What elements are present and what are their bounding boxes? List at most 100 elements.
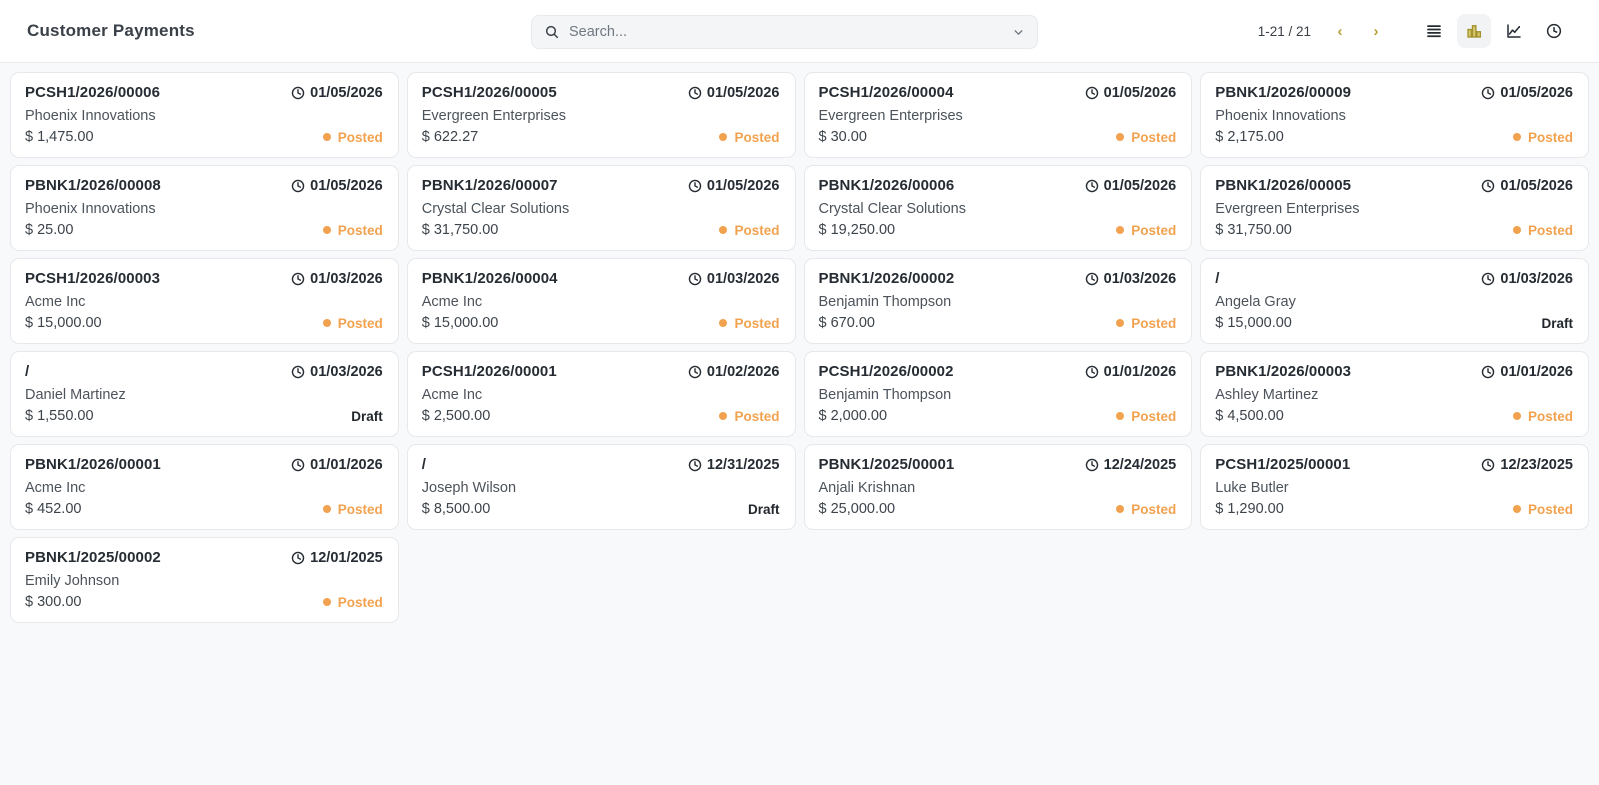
status-dot-icon bbox=[322, 505, 331, 513]
pager-next-button[interactable]: › bbox=[1363, 18, 1389, 44]
customer-name: Phoenix Innovations bbox=[1215, 107, 1346, 124]
customer-name: Benjamin Thompson bbox=[818, 293, 952, 310]
status-badge: Posted bbox=[719, 130, 780, 145]
clock-icon bbox=[1085, 86, 1098, 99]
page-title: Customer Payments bbox=[27, 21, 195, 40]
status-dot-icon bbox=[1512, 133, 1521, 141]
status-badge: Posted bbox=[322, 316, 383, 331]
payment-date: 01/01/2026 bbox=[291, 457, 383, 473]
payment-card[interactable]: PBNK1/2026/00002 01/03/2026 Benjamin Tho… bbox=[803, 258, 1193, 344]
view-switcher bbox=[1417, 14, 1571, 48]
status-dot-icon bbox=[1116, 505, 1125, 513]
status-badge: Posted bbox=[719, 223, 780, 238]
payment-amount: $ 670.00 bbox=[818, 315, 875, 331]
status-dot-icon bbox=[1116, 412, 1125, 420]
payment-reference: PBNK1/2026/00006 bbox=[818, 177, 955, 194]
kanban-view-icon[interactable] bbox=[1457, 14, 1491, 48]
payment-reference: PBNK1/2026/00005 bbox=[1215, 177, 1352, 194]
clock-icon bbox=[1482, 86, 1495, 99]
payment-card[interactable]: PBNK1/2026/00004 01/03/2026 Acme Inc $ 1… bbox=[406, 258, 796, 344]
pager-range: 1-21 / 21 bbox=[1257, 23, 1311, 39]
payment-amount: $ 15,000.00 bbox=[25, 315, 102, 331]
payment-amount: $ 25.00 bbox=[25, 222, 74, 238]
status-dot-icon bbox=[1512, 412, 1521, 420]
payment-card[interactable]: PBNK1/2026/00003 01/01/2026 Ashley Marti… bbox=[1200, 351, 1589, 437]
payment-date: 01/03/2026 bbox=[291, 271, 383, 287]
status-dot-icon bbox=[1512, 505, 1521, 513]
payment-card[interactable]: / 12/31/2025 Joseph Wilson $ 8,500.00 Dr… bbox=[406, 444, 796, 530]
status-badge: Posted bbox=[1116, 130, 1176, 145]
payment-date: 01/02/2026 bbox=[688, 364, 780, 380]
payment-reference: / bbox=[25, 363, 30, 380]
payment-date: 12/24/2025 bbox=[1085, 457, 1176, 473]
customer-name: Evergreen Enterprises bbox=[1215, 200, 1360, 217]
status-dot-icon bbox=[322, 319, 331, 327]
clock-icon bbox=[1482, 458, 1495, 471]
payment-date: 01/05/2026 bbox=[688, 178, 780, 194]
status-badge: Posted bbox=[1116, 409, 1176, 424]
payment-card[interactable]: PCSH1/2026/00001 01/02/2026 Acme Inc $ 2… bbox=[406, 351, 796, 437]
payment-amount: $ 8,500.00 bbox=[421, 501, 491, 517]
list-view-icon[interactable] bbox=[1417, 14, 1451, 48]
payment-amount: $ 15,000.00 bbox=[1215, 315, 1292, 331]
payment-amount: $ 19,250.00 bbox=[818, 222, 896, 238]
pager-prev-button[interactable]: ‹ bbox=[1327, 18, 1353, 44]
payment-card[interactable]: PCSH1/2026/00004 01/05/2026 Evergreen En… bbox=[803, 72, 1193, 158]
status-badge: Posted bbox=[1116, 316, 1176, 331]
status-badge: Draft bbox=[747, 501, 780, 517]
payment-card[interactable]: PBNK1/2026/00001 01/01/2026 Acme Inc $ 4… bbox=[10, 444, 399, 530]
payment-amount: $ 622.27 bbox=[421, 129, 479, 145]
clock-icon bbox=[688, 365, 702, 378]
payment-reference: PCSH1/2026/00006 bbox=[25, 84, 161, 101]
payment-card[interactable]: PBNK1/2025/00001 12/24/2025 Anjali Krish… bbox=[803, 444, 1193, 530]
status-badge: Posted bbox=[1512, 130, 1573, 145]
payment-reference: PBNK1/2026/00001 bbox=[25, 456, 161, 473]
line-chart-view-icon[interactable] bbox=[1497, 14, 1531, 48]
status-badge: Posted bbox=[322, 223, 383, 238]
payments-card-grid: PCSH1/2026/00006 01/05/2026 Phoenix Inno… bbox=[0, 63, 1599, 632]
chevron-down-icon[interactable] bbox=[1012, 26, 1025, 39]
payment-card[interactable]: PBNK1/2026/00009 01/05/2026 Phoenix Inno… bbox=[1200, 72, 1589, 158]
status-badge: Posted bbox=[719, 409, 780, 424]
search-bar[interactable] bbox=[531, 15, 1038, 49]
payment-card[interactable]: PCSH1/2026/00006 01/05/2026 Phoenix Inno… bbox=[10, 72, 399, 158]
status-badge: Posted bbox=[1512, 409, 1573, 424]
customer-name: Daniel Martinez bbox=[25, 386, 126, 403]
customer-name: Crystal Clear Solutions bbox=[818, 200, 966, 217]
payment-card[interactable]: PCSH1/2026/00002 01/01/2026 Benjamin Tho… bbox=[803, 351, 1193, 437]
payment-card[interactable]: PCSH1/2026/00003 01/03/2026 Acme Inc $ 1… bbox=[10, 258, 399, 344]
customer-name: Emily Johnson bbox=[25, 572, 120, 589]
payment-card[interactable]: PBNK1/2026/00007 01/05/2026 Crystal Clea… bbox=[406, 165, 796, 251]
status-badge: Posted bbox=[1116, 502, 1176, 517]
status-dot-icon bbox=[719, 226, 728, 234]
payment-date: 01/03/2026 bbox=[1085, 271, 1176, 287]
customer-name: Phoenix Innovations bbox=[25, 200, 156, 217]
payment-date: 01/03/2026 bbox=[1481, 271, 1573, 287]
payment-card[interactable]: PCSH1/2025/00001 12/23/2025 Luke Butler … bbox=[1200, 444, 1589, 530]
payment-reference: PCSH1/2026/00004 bbox=[818, 84, 954, 101]
customer-name: Crystal Clear Solutions bbox=[421, 200, 570, 217]
payment-card[interactable]: PBNK1/2025/00002 12/01/2025 Emily Johnso… bbox=[10, 537, 399, 623]
payment-date: 01/05/2026 bbox=[1085, 85, 1176, 101]
search-input[interactable] bbox=[569, 24, 1003, 40]
payment-amount: $ 1,475.00 bbox=[25, 129, 94, 145]
payment-card[interactable]: PBNK1/2026/00005 01/05/2026 Evergreen En… bbox=[1200, 165, 1589, 251]
payment-card[interactable]: PBNK1/2026/00008 01/05/2026 Phoenix Inno… bbox=[10, 165, 399, 251]
clock-icon bbox=[1085, 365, 1098, 378]
header-controls: 1-21 / 21 ‹ › bbox=[1258, 14, 1571, 48]
status-badge: Draft bbox=[351, 408, 383, 424]
customer-name: Benjamin Thompson bbox=[818, 386, 952, 403]
payment-card[interactable]: PCSH1/2026/00005 01/05/2026 Evergreen En… bbox=[406, 72, 796, 158]
payment-date: 01/01/2026 bbox=[1481, 364, 1573, 380]
search-icon bbox=[545, 25, 559, 39]
clock-icon bbox=[1085, 179, 1098, 192]
activity-clock-view-icon[interactable] bbox=[1537, 14, 1571, 48]
clock-icon bbox=[1085, 458, 1098, 471]
payment-date: 01/01/2026 bbox=[1085, 364, 1176, 380]
payment-card[interactable]: / 01/03/2026 Angela Gray $ 15,000.00 Dra… bbox=[1200, 258, 1589, 344]
payment-card[interactable]: / 01/03/2026 Daniel Martinez $ 1,550.00 … bbox=[10, 351, 399, 437]
payment-reference: / bbox=[421, 456, 427, 473]
payment-amount: $ 30.00 bbox=[818, 129, 867, 145]
status-dot-icon bbox=[1116, 133, 1125, 141]
payment-card[interactable]: PBNK1/2026/00006 01/05/2026 Crystal Clea… bbox=[803, 165, 1193, 251]
